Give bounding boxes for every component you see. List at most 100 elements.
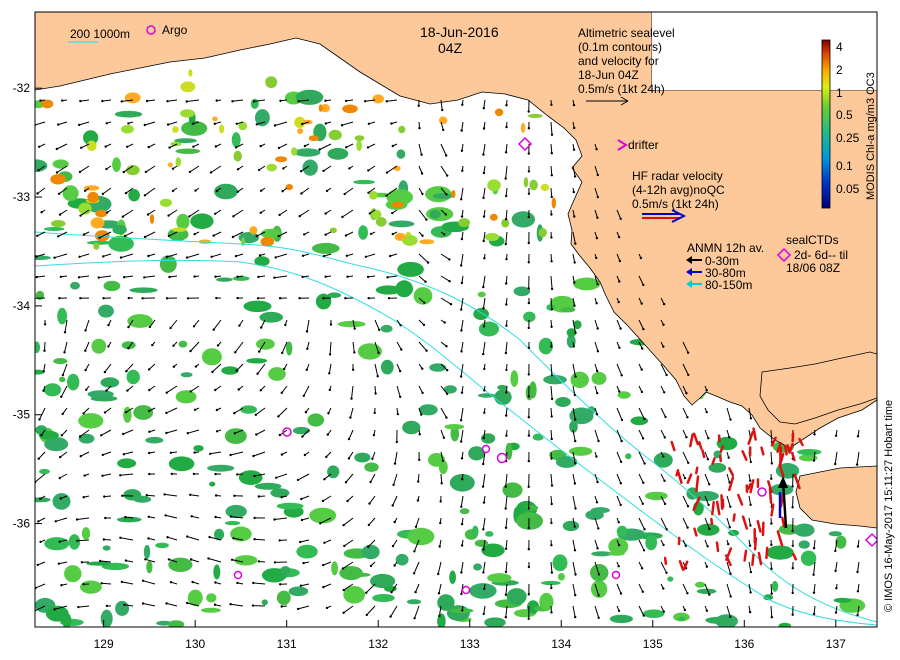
chlorophyll-patch <box>472 525 479 537</box>
velocity-vector-head <box>53 608 56 611</box>
velocity-vector-head <box>233 494 236 497</box>
velocity-vector-head <box>573 175 577 178</box>
velocity-vector-head <box>748 544 752 547</box>
velocity-vector-head <box>461 169 464 172</box>
velocity-vector-head <box>214 145 218 148</box>
velocity-vector-head <box>305 330 309 333</box>
velocity-vector-head <box>642 549 646 552</box>
velocity-vector-head <box>207 557 210 560</box>
sealctd-legend: sealCTDs 2d- 6d-- til 18/06 08Z <box>776 233 848 275</box>
x-tick-label: 131 <box>277 637 297 651</box>
velocity-vector-head <box>259 189 263 192</box>
velocity-vector-head <box>98 236 101 239</box>
velocity-vector-head <box>102 297 105 300</box>
velocity-vector-head <box>127 325 130 329</box>
velocity-vector-head <box>122 432 125 436</box>
velocity-vector-head <box>728 436 731 439</box>
velocity-vector-head <box>349 416 352 419</box>
velocity-vector-head <box>504 547 508 550</box>
velocity-vector-head <box>301 275 304 279</box>
chlorophyll-patch-high <box>354 135 365 141</box>
velocity-vector-head <box>36 563 39 567</box>
velocity-vector-head <box>234 351 237 354</box>
velocity-vector-head <box>573 304 576 307</box>
velocity-vector-head <box>80 561 84 564</box>
velocity-vector-head <box>57 192 61 195</box>
chlorophyll-patch <box>280 566 291 576</box>
velocity-vector-head <box>323 478 326 481</box>
velocity-vector-head <box>346 499 349 503</box>
velocity-vector-head <box>527 527 530 530</box>
velocity-vector-head <box>212 234 215 237</box>
velocity-vector-head <box>58 297 61 300</box>
velocity-vector-head <box>100 434 103 437</box>
velocity-vector-head <box>38 145 41 148</box>
velocity-vector-head <box>856 435 860 438</box>
altimetry-line-4: 18-Jun 04Z <box>578 68 639 82</box>
map-date: 18-Jun-2016 <box>420 24 499 40</box>
velocity-vector-head <box>188 215 191 218</box>
velocity-vector-head <box>550 213 553 216</box>
chlorophyll-patch <box>294 148 321 157</box>
velocity-vector-head <box>84 368 87 372</box>
velocity-vector-head <box>102 255 105 258</box>
velocity-vector-head <box>595 302 598 305</box>
velocity-vector-head <box>573 215 576 218</box>
velocity-vector-head <box>574 507 577 510</box>
velocity-vector-head <box>527 261 530 264</box>
velocity-vector-head <box>82 233 86 236</box>
velocity-vector-head <box>728 526 731 529</box>
velocity-vector-head <box>461 103 464 106</box>
chlorophyll-patch-high <box>93 242 100 250</box>
colorbar-tick: 0.5 <box>836 108 853 122</box>
chlorophyll-patch-high <box>328 129 342 141</box>
velocity-vector-head <box>618 346 621 349</box>
chlorophyll-patch <box>473 563 482 571</box>
velocity-vector-head <box>446 369 449 372</box>
chlorophyll-patch <box>91 338 107 354</box>
velocity-vector-head <box>482 239 485 243</box>
velocity-vector-head <box>299 170 303 173</box>
velocity-vector-head <box>705 389 708 392</box>
chlorophyll-patch <box>145 436 164 444</box>
velocity-vector-head <box>791 485 794 488</box>
velocity-vector-head <box>424 280 427 283</box>
velocity-vector-head <box>165 602 168 605</box>
velocity-vector-head <box>78 435 82 438</box>
chlorophyll-patch <box>705 616 733 624</box>
velocity-vector-head <box>97 276 101 279</box>
velocity-vector-head <box>708 483 711 486</box>
chlorophyll-patch <box>609 614 634 624</box>
velocity-vector <box>550 187 553 197</box>
velocity-vector-head <box>82 412 85 415</box>
velocity-vector-head <box>305 368 308 371</box>
velocity-vector-head <box>368 212 371 215</box>
velocity-vector-head <box>141 297 144 300</box>
velocity-vector-head <box>214 581 217 584</box>
chlorophyll-patch <box>43 383 62 397</box>
velocity-vector-head <box>236 473 239 476</box>
colorbar-tick: 0.1 <box>836 159 853 173</box>
velocity-vector-head <box>460 544 464 547</box>
chlorophyll-patch <box>591 371 607 385</box>
velocity-vector-head <box>281 190 284 193</box>
velocity-vector-head <box>58 540 61 543</box>
velocity-vector-head <box>460 350 463 353</box>
velocity-vector-head <box>79 99 82 103</box>
chlorophyll-patch <box>100 609 113 627</box>
velocity-vector-head <box>705 609 709 612</box>
velocity-vector-head <box>385 100 388 103</box>
velocity-vector-head <box>321 499 325 503</box>
altimetry-line-3: and velocity for <box>578 54 659 68</box>
velocity-vector-head <box>527 565 531 569</box>
velocity-vector-head <box>482 462 485 466</box>
velocity-vector-head <box>60 584 63 587</box>
velocity-vector-head <box>640 390 644 394</box>
velocity-vector-head <box>253 474 256 478</box>
velocity-vector-head <box>193 451 196 454</box>
velocity-vector-head <box>572 148 576 151</box>
velocity-vector-head <box>296 478 300 482</box>
velocity-vector-head <box>341 215 344 219</box>
velocity-vector-head <box>620 439 623 443</box>
chlorophyll-patch-high <box>356 139 362 152</box>
